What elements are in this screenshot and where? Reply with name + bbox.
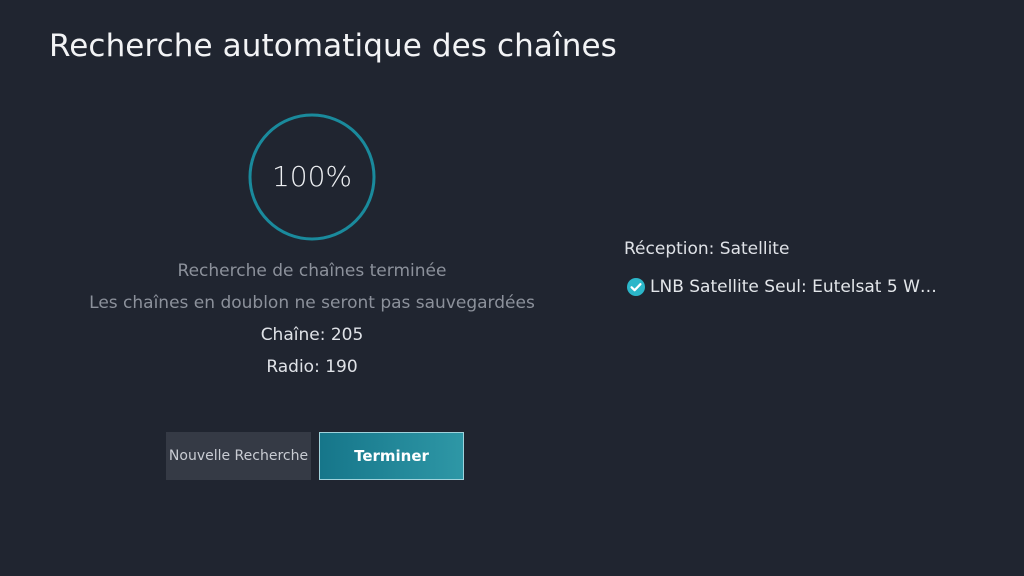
progress-ring: 100%: [247, 112, 377, 242]
reception-type: Réception: Satellite: [624, 239, 790, 259]
radio-channel-count: Radio: 190: [266, 357, 358, 377]
lnb-satellite-text: LNB Satellite Seul: Eutelsat 5 W…: [650, 277, 937, 297]
search-complete-text: Recherche de chaînes terminée: [177, 261, 447, 281]
lnb-status-row: LNB Satellite Seul: Eutelsat 5 W…: [626, 277, 937, 297]
finish-button[interactable]: Terminer: [319, 432, 464, 480]
progress-percentage: 100%: [271, 160, 353, 193]
duplicates-note-text: Les chaînes en doublon ne seront pas sau…: [89, 293, 535, 313]
check-circle-icon: [626, 277, 646, 297]
page-title: Recherche automatique des chaînes: [49, 28, 617, 64]
tv-channel-count: Chaîne: 205: [260, 325, 364, 345]
new-search-button[interactable]: Nouvelle Recherche: [166, 432, 311, 480]
